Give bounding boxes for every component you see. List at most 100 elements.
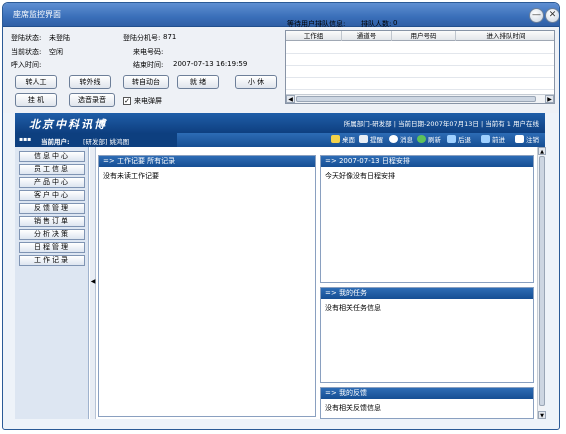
- desktop-label: 桌面: [342, 136, 355, 144]
- current-user-value: [研发部] 姚鸿图: [83, 138, 130, 146]
- back-button[interactable]: 后退: [447, 135, 471, 145]
- forward-label: 前进: [492, 136, 505, 144]
- incoming-popup-checkbox[interactable]: ✓: [123, 97, 131, 105]
- scroll-thumb[interactable]: [296, 96, 536, 102]
- transfer-external-button[interactable]: 转外线: [69, 75, 111, 89]
- queue-horizontal-scrollbar[interactable]: ◀ ▶: [286, 94, 554, 103]
- back-arrow-icon: [447, 135, 456, 143]
- sidebar-item-staff-info[interactable]: 员工信息: [19, 164, 85, 175]
- scroll-up-icon[interactable]: ▲: [538, 147, 546, 155]
- message-label: 消息: [400, 136, 413, 144]
- queue-col-time: 进入排队时间: [486, 32, 526, 40]
- end-time-label: 结束时间:: [133, 61, 164, 69]
- banner-dept: 所属部门-研发部: [343, 120, 392, 128]
- window-title: 座席监控界面: [13, 10, 61, 19]
- extension-label: 登陆分机号:: [123, 34, 161, 42]
- schedule-panel-title: => 2007-07-13 日程安排: [321, 156, 533, 167]
- scroll-thumb[interactable]: [539, 156, 545, 406]
- queue-row: [286, 77, 554, 78]
- sidebar-item-analysis[interactable]: 分析决策: [19, 229, 85, 240]
- queue-header: 工作组 通道号 用户号码 进入排队时间: [286, 31, 554, 41]
- worklog-panel: => 工作记要 所有记录 没有未读工作记要: [98, 155, 316, 417]
- feedback-panel-content: 没有相关反馈信息: [325, 404, 381, 412]
- queue-row: [286, 89, 554, 90]
- tasks-panel-content: 没有相关任务信息: [325, 304, 381, 312]
- schedule-panel: => 2007-07-13 日程安排 今天好像没有日程安排: [320, 155, 534, 283]
- company-name: 北京中科讯博: [29, 118, 107, 131]
- sidebar-item-customer-center[interactable]: 客户中心: [19, 190, 85, 201]
- sidebar: 信息中心 员工信息 产品中心 客户中心 反馈管理 销售订单 分析决策 日程管理 …: [15, 147, 89, 419]
- current-status-value: 空闲: [49, 48, 63, 56]
- queue-row: [286, 53, 554, 54]
- remind-button[interactable]: 提醒: [359, 135, 383, 145]
- logout-button[interactable]: 注销: [515, 135, 539, 145]
- login-status-value: 未登陆: [49, 34, 70, 42]
- select-record-button[interactable]: 选音录音: [69, 93, 115, 107]
- refresh-label: 刷新: [428, 136, 441, 144]
- rest-button[interactable]: 小 休: [235, 75, 277, 89]
- logout-icon: [515, 135, 524, 143]
- call-control-area: 登陆状态: 未登陆 登陆分机号: 871 当前状态: 空闲 来电号码: 呼入时间…: [3, 19, 559, 113]
- current-user-box: ▪▪▪ 当前用户: [研发部] 姚鸿图: [15, 133, 177, 147]
- end-time-value: 2007-07-13 16:19:59: [173, 60, 248, 68]
- ready-button[interactable]: 就 绪: [177, 75, 219, 89]
- current-user-label: 当前用户:: [41, 138, 70, 146]
- extension-value: 871: [163, 33, 177, 41]
- sidebar-item-product-center[interactable]: 产品中心: [19, 177, 85, 188]
- queue-row: [286, 65, 554, 66]
- scroll-right-icon[interactable]: ▶: [545, 95, 554, 103]
- sidebar-item-sales-orders[interactable]: 销售订单: [19, 216, 85, 227]
- queue-title: 等待用户排队信息:: [287, 20, 346, 28]
- remind-icon: [359, 135, 368, 143]
- collapse-arrow-icon[interactable]: ◀: [90, 279, 96, 285]
- transfer-auto-button[interactable]: 转自动台: [123, 75, 169, 89]
- desktop-button[interactable]: 桌面: [331, 135, 355, 145]
- refresh-icon: [417, 135, 426, 143]
- logout-label: 注销: [526, 136, 539, 144]
- queue-col-channel: 通道号: [342, 31, 392, 41]
- main-vertical-scrollbar[interactable]: ▲ ▼: [537, 147, 546, 419]
- sidebar-item-work-log[interactable]: 工作记录: [19, 255, 85, 266]
- banner-online: 当前有 1 用户在线: [485, 120, 539, 128]
- worklog-panel-title: => 工作记要 所有记录: [99, 156, 315, 167]
- feedback-panel-title: => 我的反馈: [321, 388, 533, 399]
- queue-table: 工作组 通道号 用户号码 进入排队时间 ◀ ▶: [285, 30, 555, 104]
- queue-count-value: 0: [393, 19, 398, 27]
- sidebar-splitter[interactable]: ◀: [90, 147, 96, 419]
- queue-col-group: 工作组: [286, 31, 342, 41]
- hangup-button[interactable]: 挂 机: [15, 93, 57, 107]
- schedule-panel-content: 今天好像没有日程安排: [325, 172, 395, 180]
- tasks-panel: => 我的任务 没有相关任务信息: [320, 287, 534, 383]
- close-button[interactable]: ✕: [545, 8, 559, 23]
- remind-label: 提醒: [370, 136, 383, 144]
- scroll-left-icon[interactable]: ◀: [286, 95, 295, 103]
- home-icon: [331, 135, 340, 143]
- queue-col-number: 用户号码: [392, 31, 456, 41]
- forward-arrow-icon: [481, 135, 490, 143]
- scroll-down-icon[interactable]: ▼: [538, 411, 546, 419]
- message-button[interactable]: 消息: [389, 135, 413, 145]
- message-icon: [389, 135, 398, 143]
- main-body: 信息中心 员工信息 产品中心 客户中心 反馈管理 销售订单 分析决策 日程管理 …: [15, 147, 546, 419]
- user-icon: ▪▪▪: [19, 136, 32, 143]
- user-toolbar: ▪▪▪ 当前用户: [研发部] 姚鸿图 桌面 提醒 消息 刷新 后退 前进 注销: [15, 133, 545, 147]
- forward-button[interactable]: 前进: [481, 135, 505, 145]
- sidebar-item-schedule-mgmt[interactable]: 日程管理: [19, 242, 85, 253]
- call-time-label: 呼入时间:: [11, 61, 42, 69]
- app-window: 座席监控界面 — ✕ 登陆状态: 未登陆 登陆分机号: 871 当前状态: 空闲…: [2, 2, 560, 430]
- caller-number-label: 来电号码:: [133, 48, 164, 56]
- worklog-panel-content: 没有未读工作记要: [103, 172, 159, 180]
- minimize-button[interactable]: —: [529, 8, 544, 23]
- refresh-button[interactable]: 刷新: [417, 135, 441, 145]
- queue-count-label: 排队人数:: [361, 20, 392, 28]
- company-banner: 北京中科讯博 所属部门-研发部 | 当前日期-2007年07月13日 | 当前有…: [15, 113, 545, 133]
- sidebar-item-feedback-mgmt[interactable]: 反馈管理: [19, 203, 85, 214]
- title-bar: 座席监控界面 — ✕: [3, 3, 559, 27]
- feedback-panel: => 我的反馈 没有相关反馈信息: [320, 387, 534, 419]
- incoming-popup-label: 来电弹屏: [134, 97, 162, 105]
- sidebar-item-info-center[interactable]: 信息中心: [19, 151, 85, 162]
- current-status-label: 当前状态:: [11, 48, 42, 56]
- login-status-label: 登陆状态:: [11, 34, 42, 42]
- tasks-panel-title: => 我的任务: [321, 288, 533, 299]
- transfer-agent-button[interactable]: 转人工: [15, 75, 57, 89]
